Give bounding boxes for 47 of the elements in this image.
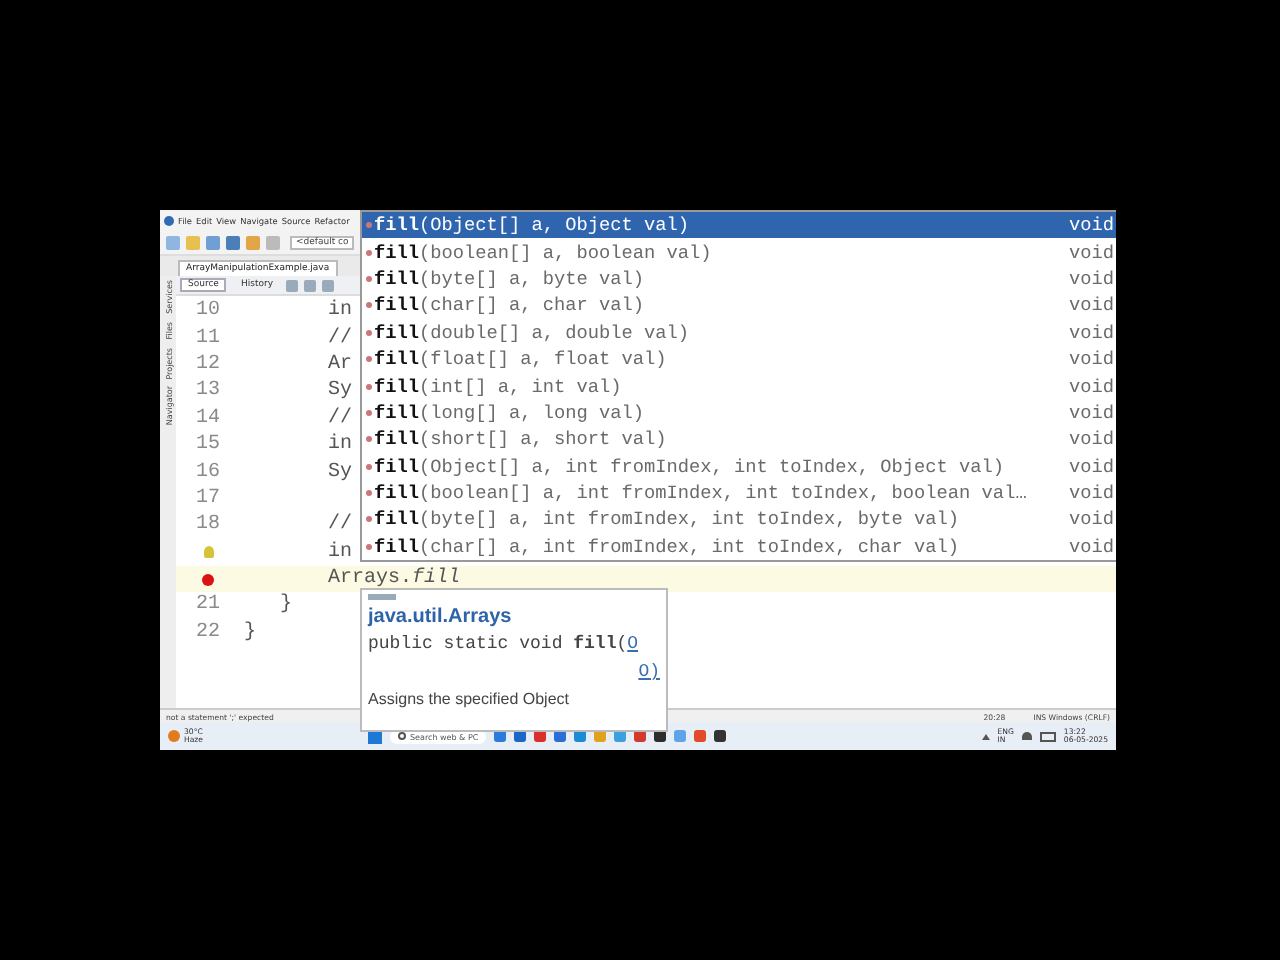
- completion-item[interactable]: fill(boolean[] a, int fromIndex, int toIndex, boolean val… void: [362, 479, 1116, 507]
- code-text: Sy: [326, 461, 353, 484]
- code-text: Sy: [326, 380, 353, 403]
- completion-item[interactable]: fill(char[] a, char val) void: [362, 292, 1116, 320]
- completion-item[interactable]: fill(double[] a, double val) void: [362, 319, 1116, 346]
- code-text: }: [278, 594, 293, 617]
- type-link[interactable]: O: [627, 634, 639, 654]
- battery-icon[interactable]: [1039, 731, 1056, 741]
- class-name[interactable]: java.util.Arrays: [368, 606, 660, 628]
- code-text: }: [242, 621, 257, 644]
- line-number: 17: [195, 487, 220, 510]
- error-icon[interactable]: [202, 573, 214, 586]
- line-number: 16: [195, 461, 220, 484]
- app-logo-icon: [164, 215, 174, 225]
- line-number: 12: [195, 353, 220, 376]
- completion-item[interactable]: fill(Object[] a, int fromIndex, int toIndex, Object val) void: [362, 453, 1116, 480]
- line-number: 10: [195, 300, 220, 323]
- code-text: Ar: [326, 353, 353, 376]
- code-text: //: [326, 407, 353, 430]
- description-text: Assigns the specified Object: [368, 690, 571, 708]
- code-text: in: [326, 541, 353, 564]
- code-text: //: [326, 327, 353, 350]
- completion-item[interactable]: fill(char[] a, int fromIndex, int toIndex, char val) void: [362, 533, 1116, 561]
- method-signature: public static void fill(: [368, 634, 628, 654]
- line-number: 21: [195, 594, 220, 617]
- weather-icon[interactable]: [168, 730, 180, 742]
- code-text: Arrays.fill: [326, 568, 461, 591]
- completion-item[interactable]: fill(int[] a, int val) void: [362, 372, 1116, 400]
- code-text: in: [326, 300, 353, 323]
- line-number: 14: [195, 407, 220, 430]
- completion-item[interactable]: fill(float[] a, float val) void: [362, 345, 1116, 373]
- line-number: 22: [195, 621, 220, 644]
- completion-item[interactable]: fill(short[] a, short val) void: [362, 426, 1116, 454]
- completion-item[interactable]: fill(Object[] a, Object val) void: [362, 212, 1116, 239]
- lightbulb-icon[interactable]: [204, 546, 214, 559]
- line-number: 11: [195, 327, 220, 350]
- completion-item[interactable]: fill(byte[] a, byte val) void: [362, 265, 1116, 293]
- code-text: in: [326, 434, 353, 457]
- line-number: 15: [195, 434, 220, 457]
- tray-caret-icon[interactable]: [981, 733, 990, 739]
- type-link[interactable]: O): [638, 662, 660, 682]
- completion-item[interactable]: fill(boolean[] a, boolean val) void: [362, 238, 1116, 266]
- code-text: //: [326, 514, 353, 537]
- line-number: 18: [195, 514, 220, 537]
- completion-item[interactable]: fill(long[] a, long val) void: [362, 399, 1116, 427]
- line-number: 13: [195, 380, 220, 403]
- completion-item[interactable]: fill(byte[] a, int fromIndex, int toIndex, byte val) void: [362, 506, 1116, 534]
